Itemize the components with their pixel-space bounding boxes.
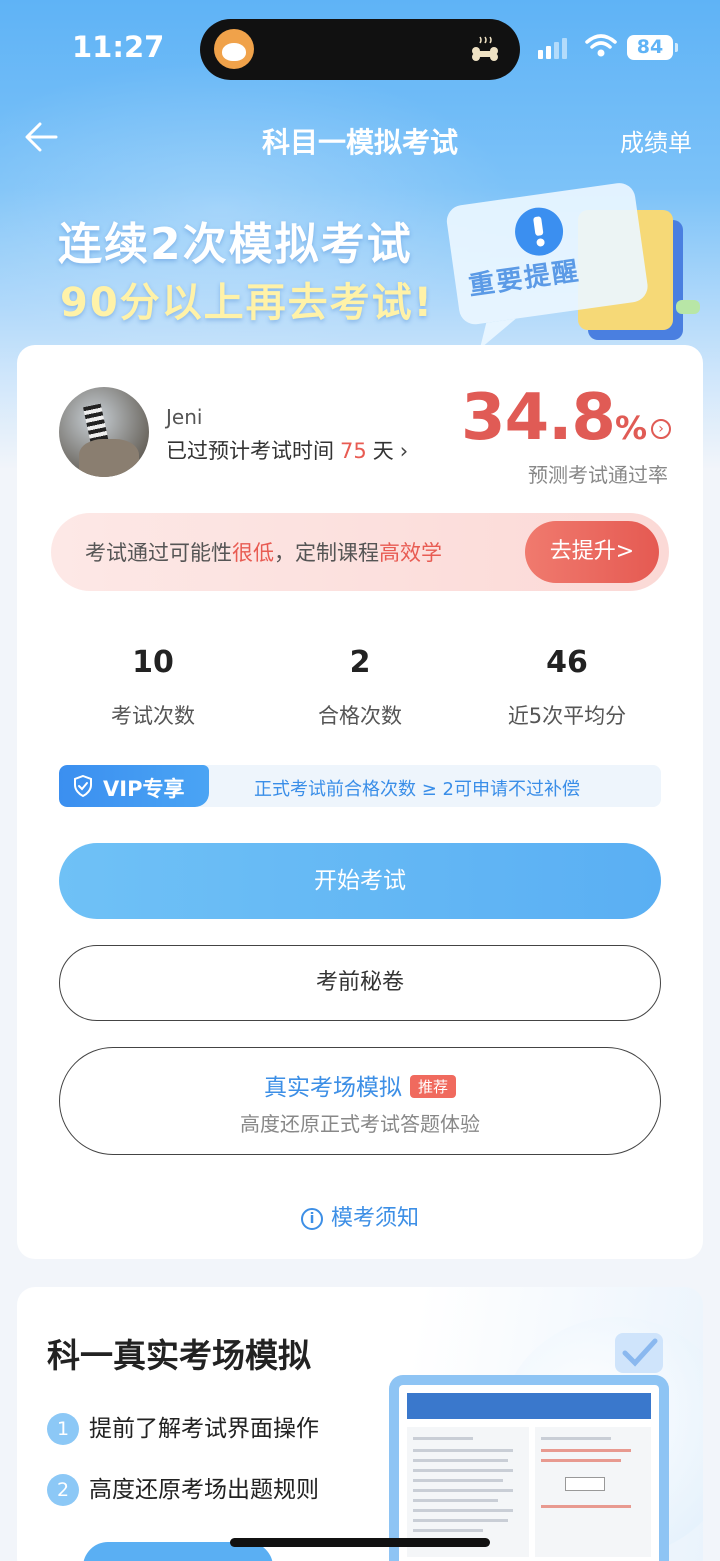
start-exam-button[interactable]: 开始考试 bbox=[59, 843, 661, 919]
point-number: 2 bbox=[47, 1474, 79, 1506]
banner-subheadline: 90分以上再去考试! bbox=[60, 280, 434, 326]
vip-tag: VIP专享 bbox=[59, 765, 209, 807]
alert-text-part1: 考试通过可能性 bbox=[85, 541, 232, 565]
vip-banner[interactable]: VIP专享 正式考试前合格次数 ≥ 2可申请不过补偿 bbox=[59, 765, 661, 807]
alert-highlight-low: 很低 bbox=[232, 541, 274, 565]
dog-icon bbox=[214, 29, 254, 69]
point-text: 高度还原考场出题规则 bbox=[89, 1477, 319, 1503]
nav-bar: 科目一模拟考试 成绩单 bbox=[0, 105, 720, 169]
banner-headline: 连续2次模拟考试 bbox=[58, 219, 413, 270]
stat-label: 近5次平均分 bbox=[507, 704, 627, 728]
pass-rate[interactable]: 34.8% › bbox=[461, 381, 671, 455]
signal-icon bbox=[538, 38, 567, 59]
chevron-circle-icon[interactable]: › bbox=[651, 419, 671, 439]
avatar[interactable] bbox=[59, 387, 149, 477]
stat-value: 46 bbox=[546, 645, 588, 680]
dynamic-island bbox=[200, 19, 520, 80]
low-pass-alert: 考试通过可能性很低，定制课程高效学 去提升> bbox=[51, 513, 669, 591]
shield-check-icon bbox=[74, 775, 92, 797]
stat-value: 10 bbox=[132, 645, 174, 680]
notice-link-text: 模考须知 bbox=[330, 1206, 419, 1231]
pass-rate-label: 预测考试通过率 bbox=[528, 463, 668, 487]
exam-summary-card: Jeni 已过预计考试时间 75 天 › 34.8% › 预测考试通过率 考试通过可能性… bbox=[17, 345, 703, 1259]
real-exam-simulation-button[interactable]: 真实考场模拟 推荐 高度还原正式考试答题体验 bbox=[59, 1047, 661, 1155]
checkmark-icon bbox=[615, 1333, 663, 1373]
stat-label: 合格次数 bbox=[318, 704, 402, 728]
vip-compensation-text: 正式考试前合格次数 ≥ 2可申请不过补偿 bbox=[254, 779, 580, 800]
bone-icon bbox=[468, 33, 502, 67]
feature-point-2: 2 高度还原考场出题规则 bbox=[47, 1470, 319, 1506]
alert-text: 考试通过可能性很低，定制课程高效学 bbox=[85, 537, 442, 567]
days-prefix: 已过预计考试时间 bbox=[166, 439, 334, 463]
feature-point-1: 1 提前了解考试界面操作 bbox=[47, 1409, 319, 1445]
improve-button[interactable]: 去提升> bbox=[525, 521, 659, 583]
stat-pass-count: 2 合格次数 bbox=[250, 645, 470, 730]
exam-screen-illustration bbox=[389, 1375, 669, 1561]
status-time: 11:27 bbox=[72, 30, 165, 64]
exam-days-link[interactable]: 已过预计考试时间 75 天 › bbox=[166, 435, 408, 465]
point-number: 1 bbox=[47, 1413, 79, 1445]
pass-rate-value: 34.8 bbox=[461, 381, 616, 455]
info-icon: i bbox=[300, 1208, 323, 1230]
home-indicator bbox=[230, 1538, 490, 1547]
stat-average-score: 46 近5次平均分 bbox=[457, 645, 677, 730]
username: Jeni bbox=[166, 405, 203, 429]
stat-label: 考试次数 bbox=[111, 704, 195, 728]
wifi-icon bbox=[585, 34, 617, 57]
stats-row: 10 考试次数 2 合格次数 46 近5次平均分 bbox=[17, 645, 703, 745]
section-title: 科一真实考场模拟 bbox=[47, 1336, 311, 1375]
alert-highlight-course: 高效学 bbox=[379, 541, 442, 565]
chevron-right-icon: › bbox=[399, 439, 409, 463]
vip-label: VIP专享 bbox=[103, 777, 185, 801]
battery-indicator: 84 bbox=[627, 35, 678, 60]
days-suffix: 天 bbox=[372, 439, 394, 463]
real-exam-title: 真实考场模拟 推荐 bbox=[60, 1068, 660, 1102]
pre-exam-paper-button[interactable]: 考前秘卷 bbox=[59, 945, 661, 1021]
score-report-link[interactable]: 成绩单 bbox=[620, 123, 692, 158]
real-exam-subtitle: 高度还原正式考试答题体验 bbox=[240, 1112, 480, 1136]
mock-exam-notice-link[interactable]: i 模考须知 bbox=[17, 1200, 703, 1232]
real-exam-promo-card[interactable]: 科一真实考场模拟 1 提前了解考试界面操作 2 高度还原考场出题规则 bbox=[17, 1287, 703, 1561]
page-title: 科目一模拟考试 bbox=[261, 126, 458, 159]
real-exam-title-text: 真实考场模拟 bbox=[263, 1075, 402, 1101]
alert-text-part2: ，定制课程 bbox=[274, 541, 379, 565]
pass-rate-unit: % bbox=[614, 409, 647, 447]
stat-value: 2 bbox=[349, 645, 371, 680]
recommend-badge: 推荐 bbox=[409, 1075, 456, 1098]
point-text: 提前了解考试界面操作 bbox=[89, 1416, 319, 1442]
stat-exam-count: 10 考试次数 bbox=[43, 645, 263, 730]
days-value: 75 bbox=[340, 439, 367, 463]
status-bar: 11:27 84 bbox=[0, 0, 720, 100]
